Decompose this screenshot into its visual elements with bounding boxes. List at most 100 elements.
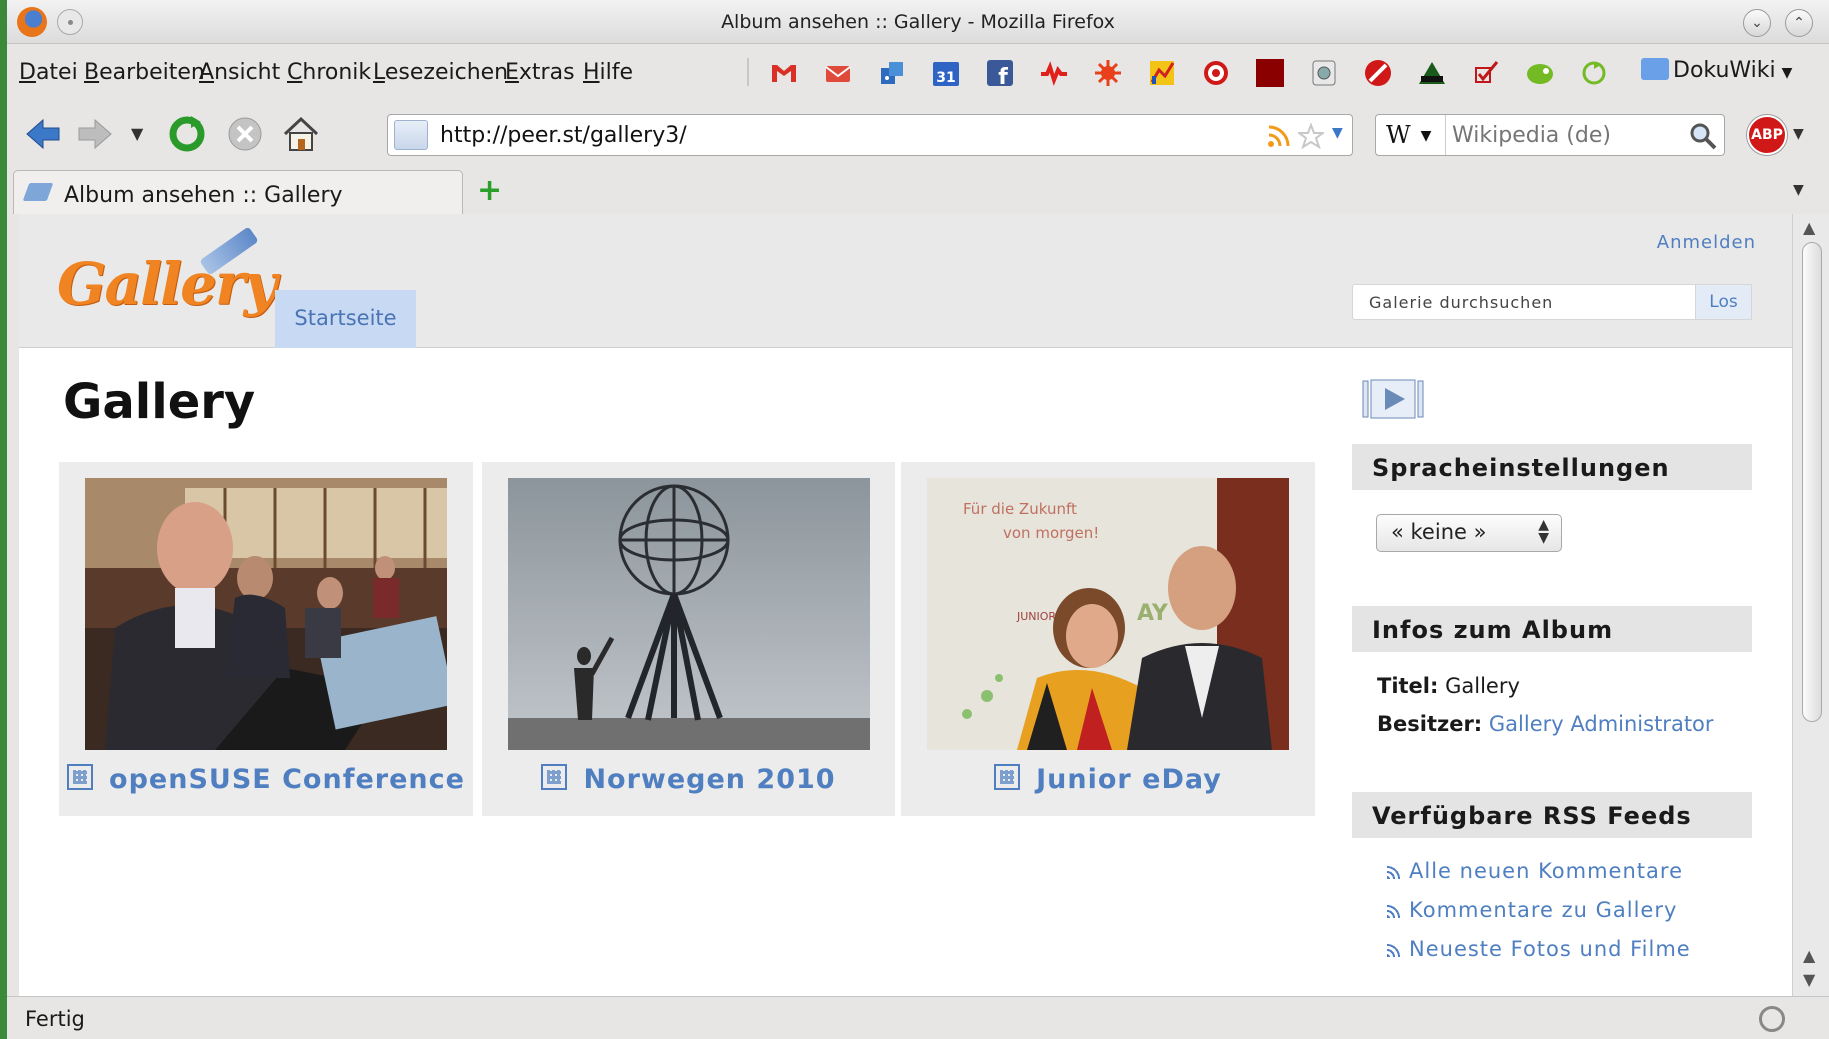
page-content: Gallery Startseite Anmelden Galerie durc… [19,214,1792,996]
slideshow-icon[interactable] [1361,378,1425,420]
photo-icon[interactable] [1309,58,1339,88]
album-thumbnail[interactable] [508,478,870,750]
page-title: Gallery [63,374,256,430]
menu-separator [747,58,749,86]
album-card[interactable]: openSUSE Conference [59,462,473,816]
album-icon [541,764,568,790]
sync-icon[interactable] [1759,1006,1785,1032]
forward-button[interactable] [75,114,115,158]
rss-feed-link[interactable]: Neueste Fotos und Filme [1387,937,1691,961]
language-select[interactable]: « keine » ▲ ▼ [1376,514,1562,552]
history-dropdown-icon[interactable]: ▼ [131,124,143,143]
album-link[interactable]: openSUSE Conference [59,764,473,795]
gallery-search-button[interactable]: Los [1696,284,1752,320]
menu-bearbeiten[interactable]: Bearbeiten [84,60,205,85]
rss-icon [1387,865,1401,879]
facebook-icon[interactable]: f [985,58,1015,90]
tab-startseite[interactable]: Startseite [275,290,416,348]
home-button[interactable] [281,114,321,158]
stop-button[interactable] [225,114,265,158]
window-title: Album ansehen :: Gallery - Mozilla Firef… [721,11,1115,33]
maximize-button[interactable]: ⌃ [1785,9,1813,37]
site-identity-icon[interactable] [394,120,428,150]
album-link[interactable]: Junior eDay [901,764,1315,795]
svg-text:f: f [998,65,1008,88]
scrollbar-thumb[interactable] [1802,242,1822,722]
album-thumbnail[interactable]: Für die Zukunft von morgen! JUNIOR AY [927,478,1289,750]
blocked-icon[interactable] [1363,58,1393,88]
gmail-icon[interactable] [769,58,799,88]
zone-icon[interactable] [1417,58,1447,88]
refresh-green-icon[interactable] [1579,58,1609,88]
search-bar[interactable]: W ▼ [1375,114,1725,156]
browser-window: Album ansehen :: Gallery - Mozilla Firef… [7,0,1829,1039]
svg-text:31: 31 [936,70,955,86]
gallery-logo[interactable]: Gallery [57,250,277,318]
url-bar[interactable]: http://peer.st/gallery3/ ▼ [387,114,1353,156]
status-text: Fertig [25,1007,85,1031]
menu-chronik[interactable]: Chronik [287,60,371,85]
target-icon[interactable] [1201,58,1231,88]
rss-icon [1387,904,1401,918]
adblock-plus-icon[interactable]: ABP [1747,115,1787,155]
rss-feed-link[interactable]: Alle neuen Kommentare [1387,859,1683,883]
home-icon [283,116,319,151]
calendar-icon[interactable]: 31 [931,58,961,88]
language-settings-heading: Spracheinstellungen [1352,444,1752,490]
opensuse-icon[interactable] [1525,58,1555,88]
adblock-dropdown-icon[interactable]: ▼ [1793,126,1804,142]
stop-icon [228,117,262,151]
gallery-header: Gallery Startseite Anmelden Galerie durc… [19,214,1792,348]
scroll-up-icon[interactable]: ▲ [1803,218,1815,237]
album-card[interactable]: Für die Zukunft von morgen! JUNIOR AY Ju… [901,462,1315,816]
back-arrow-icon [26,118,60,150]
search-input[interactable] [1452,121,1682,149]
red-square-icon[interactable] [1255,58,1285,88]
album-link[interactable]: Norwegen 2010 [482,764,895,795]
search-icon[interactable] [1688,121,1718,151]
url-text[interactable]: http://peer.st/gallery3/ [440,123,687,148]
gallery-search-input[interactable]: Galerie durchsuchen [1352,284,1696,320]
menu-extras[interactable]: Extras [505,60,575,85]
menu-hilfe[interactable]: Hilfe [583,60,633,85]
mail-icon[interactable] [823,58,853,88]
back-button[interactable] [23,114,63,158]
album-icon [994,764,1021,790]
activity-icon[interactable] [1039,58,1069,88]
bookmark-folder-label: DokuWiki [1673,58,1776,83]
rss-feed-icon[interactable] [1266,123,1292,149]
url-dropdown-icon[interactable]: ▼ [1332,125,1343,141]
vertical-scrollbar[interactable]: ▲ ▲ ▼ [1792,214,1829,996]
scroll-up-lower-icon[interactable]: ▲ [1803,946,1815,965]
menu-ansicht[interactable]: Ansicht [199,60,280,85]
menu-datei[interactable]: Datei [19,60,78,85]
bookmark-folder-dokuwiki[interactable]: DokuWiki ▼ [1641,58,1792,83]
owner-link[interactable]: Gallery Administrator [1489,712,1714,736]
new-tab-button[interactable]: + [477,176,502,206]
star-burst-icon[interactable] [1093,58,1123,88]
tab-label: Album ansehen :: Gallery [64,183,343,208]
rss-feed-link[interactable]: Kommentare zu Gallery [1387,898,1677,922]
feed-icon[interactable] [877,58,907,88]
album-info-owner: Besitzer: Gallery Administrator [1377,712,1714,736]
rss-feed-label: Kommentare zu Gallery [1409,898,1678,922]
forward-arrow-icon [78,118,112,150]
album-icon [67,764,94,790]
reload-icon [169,116,205,152]
album-card[interactable]: Norwegen 2010 [482,462,895,816]
photo-poster-text: JUNIOR [1016,610,1056,623]
login-link[interactable]: Anmelden [1657,232,1756,253]
search-engine-selector[interactable]: W ▼ [1376,115,1446,155]
photo-poster-text: von morgen! [1003,524,1099,542]
bookmark-star-icon[interactable] [1298,123,1324,149]
tab-list-dropdown-icon[interactable]: ▼ [1793,182,1804,198]
reload-button[interactable] [167,114,207,158]
chart-icon[interactable] [1147,58,1177,88]
checkmark-icon[interactable] [1471,58,1501,88]
menu-lesezeichen[interactable]: Lesezeichen [373,60,508,85]
scroll-down-icon[interactable]: ▼ [1803,970,1815,989]
album-thumbnail[interactable] [85,478,447,750]
rss-feed-label: Neueste Fotos und Filme [1409,937,1691,961]
tab-album-ansehen[interactable]: Album ansehen :: Gallery [13,170,463,214]
minimize-button[interactable]: ⌄ [1743,9,1771,37]
